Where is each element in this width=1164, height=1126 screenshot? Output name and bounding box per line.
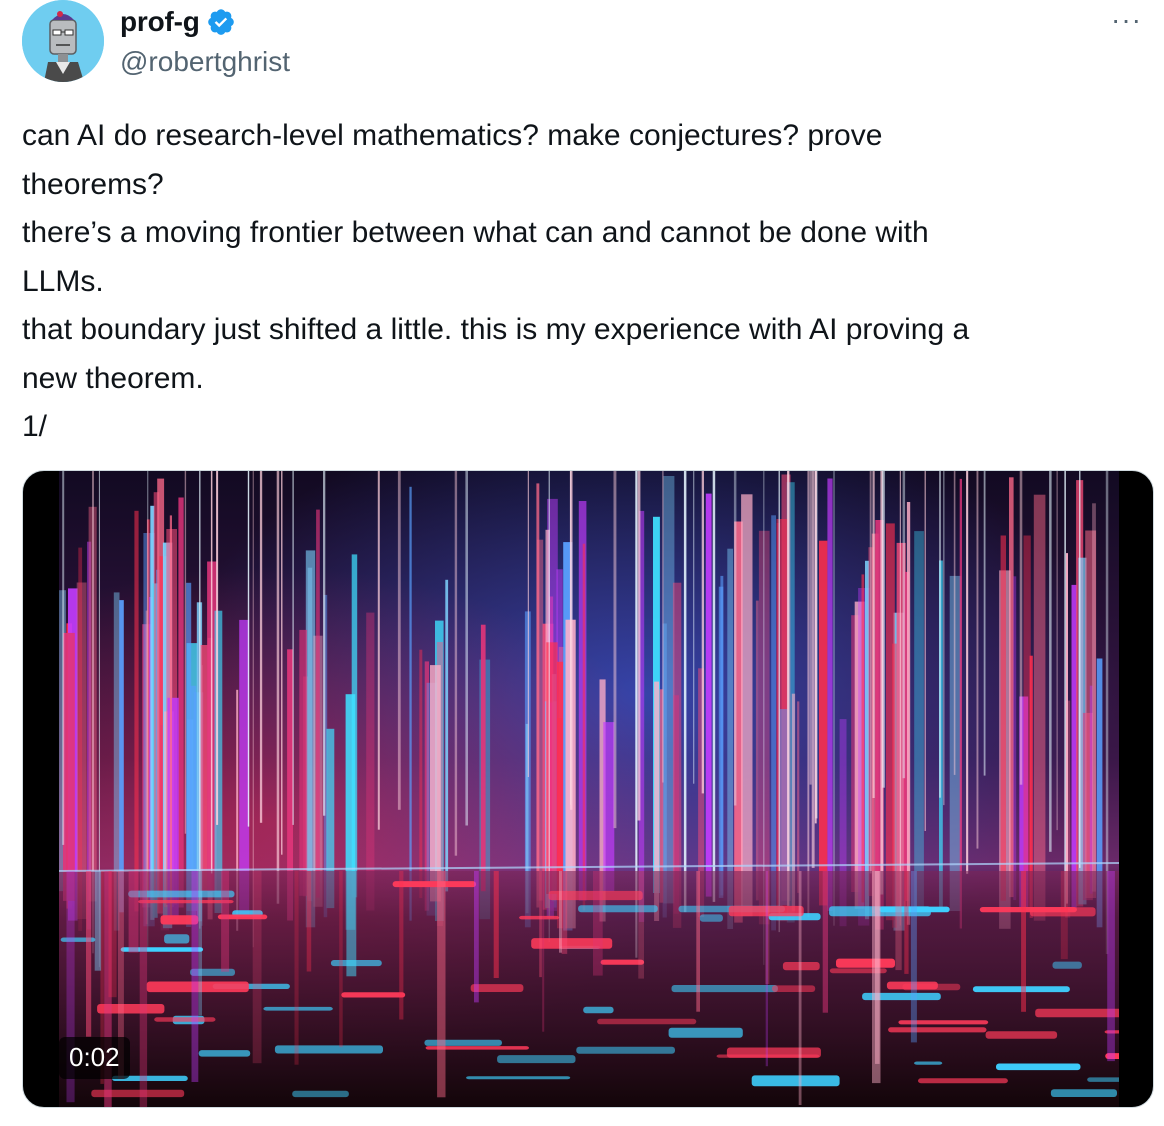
author-handle[interactable]: @robertghrist bbox=[120, 46, 290, 78]
tweet-text-line: theorems? bbox=[22, 167, 164, 201]
video-duration-badge: 0:02 bbox=[59, 1037, 130, 1079]
neon-digital-city-video-icon bbox=[59, 471, 1119, 1107]
tweet-text-line: new theorem. bbox=[22, 361, 204, 395]
avatar[interactable] bbox=[22, 0, 104, 82]
author-name-row: prof-g bbox=[120, 6, 236, 38]
verified-badge-icon[interactable] bbox=[206, 7, 236, 37]
robot-professor-avatar-icon bbox=[22, 0, 104, 82]
tweet-text-line: LLMs. bbox=[22, 264, 104, 298]
display-name[interactable]: prof-g bbox=[120, 6, 200, 38]
tweet-text-line: there’s a moving frontier between what c… bbox=[22, 216, 929, 249]
tweet-text-line: can AI do research-level mathematics? ma… bbox=[22, 119, 883, 152]
video-frame[interactable] bbox=[59, 471, 1119, 1107]
video-player[interactable]: 0:02 bbox=[22, 470, 1154, 1108]
tweet-text-line: that boundary just shifted a little. thi… bbox=[22, 313, 970, 346]
more-options-icon[interactable]: ··· bbox=[1111, 6, 1142, 34]
tweet-card: prof-g @robertghrist ··· can AI do resea… bbox=[0, 0, 1164, 1126]
tweet-text-line: 1/ bbox=[22, 410, 48, 443]
tweet-text: can AI do research-level mathematics? ma… bbox=[22, 112, 1152, 452]
